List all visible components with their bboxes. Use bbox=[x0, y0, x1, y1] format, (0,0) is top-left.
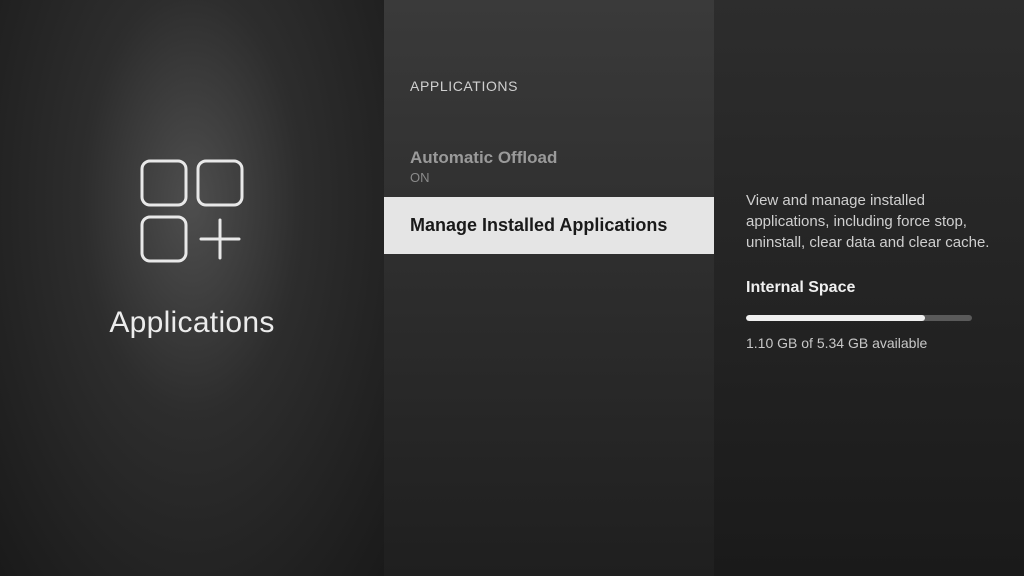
menu-item-subtitle: ON bbox=[410, 170, 688, 185]
menu-item-automatic-offload[interactable]: Automatic Offload ON bbox=[384, 134, 714, 197]
menu-header: APPLICATIONS bbox=[384, 78, 714, 104]
storage-title: Internal Space bbox=[746, 279, 992, 297]
storage-available-text: 1.10 GB of 5.34 GB available bbox=[746, 335, 992, 351]
spacer bbox=[384, 104, 714, 134]
category-panel: Applications bbox=[0, 0, 384, 576]
settings-screen: Applications APPLICATIONS Automatic Offl… bbox=[0, 0, 1024, 576]
setting-description: View and manage installed applications, … bbox=[746, 190, 992, 253]
settings-menu: APPLICATIONS Automatic Offload ON Manage… bbox=[384, 0, 714, 576]
menu-item-title: Manage Installed Applications bbox=[410, 215, 688, 236]
detail-panel: View and manage installed applications, … bbox=[714, 0, 1024, 576]
menu-item-title: Automatic Offload bbox=[410, 148, 688, 168]
storage-progress-bar bbox=[746, 315, 972, 321]
menu-item-manage-installed-applications[interactable]: Manage Installed Applications bbox=[384, 197, 714, 254]
category-title: Applications bbox=[109, 306, 274, 340]
storage-progress-fill bbox=[746, 315, 925, 321]
applications-icon bbox=[127, 146, 257, 276]
